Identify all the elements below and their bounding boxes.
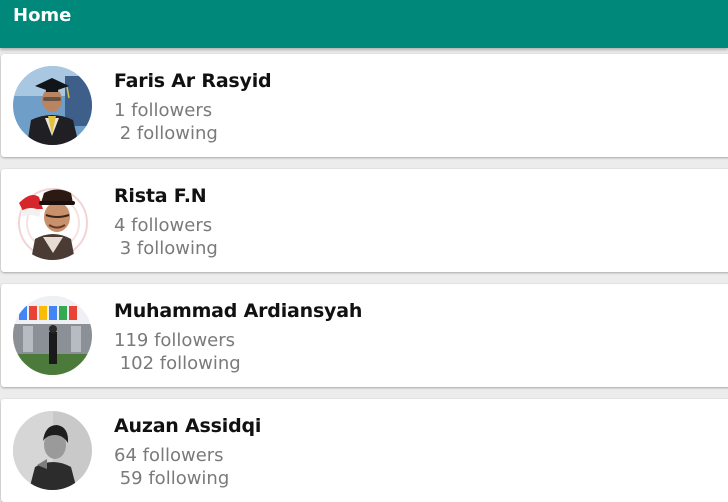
user-card[interactable]: Muhammad Ardiansyah 119 followers 102 fo… [1,284,728,387]
avatar [13,66,92,145]
google-office-avatar [13,296,92,375]
following-count: 2 following [114,123,218,144]
following-count: 3 following [114,238,218,259]
user-name: Faris Ar Rasyid [114,70,272,92]
followers-count: 64 followers [114,445,224,466]
avatar [13,296,92,375]
followers-count: 4 followers [114,215,213,236]
user-card[interactable]: Faris Ar Rasyid 1 followers 2 following [1,54,728,157]
user-list: Faris Ar Rasyid 1 followers 2 following … [0,48,728,502]
followers-count: 119 followers [114,330,236,351]
user-name: Muhammad Ardiansyah [114,300,363,322]
user-card[interactable]: Rista F.N 4 followers 3 following [1,169,728,272]
followers-count: 1 followers [114,100,213,121]
avatar [13,411,92,490]
graduate-portrait-avatar [13,66,92,145]
user-name: Auzan Assidqi [114,415,262,437]
avatar [13,181,92,260]
app-bar-title: Home [13,5,72,26]
user-name: Rista F.N [114,185,207,207]
hat-illustration-avatar [13,181,92,260]
user-card[interactable]: Auzan Assidqi 64 followers 59 following [1,399,728,502]
following-count: 102 following [114,353,241,374]
following-count: 59 following [114,468,230,489]
app-bar: Home [0,0,728,48]
monochrome-portrait-avatar [13,411,92,490]
